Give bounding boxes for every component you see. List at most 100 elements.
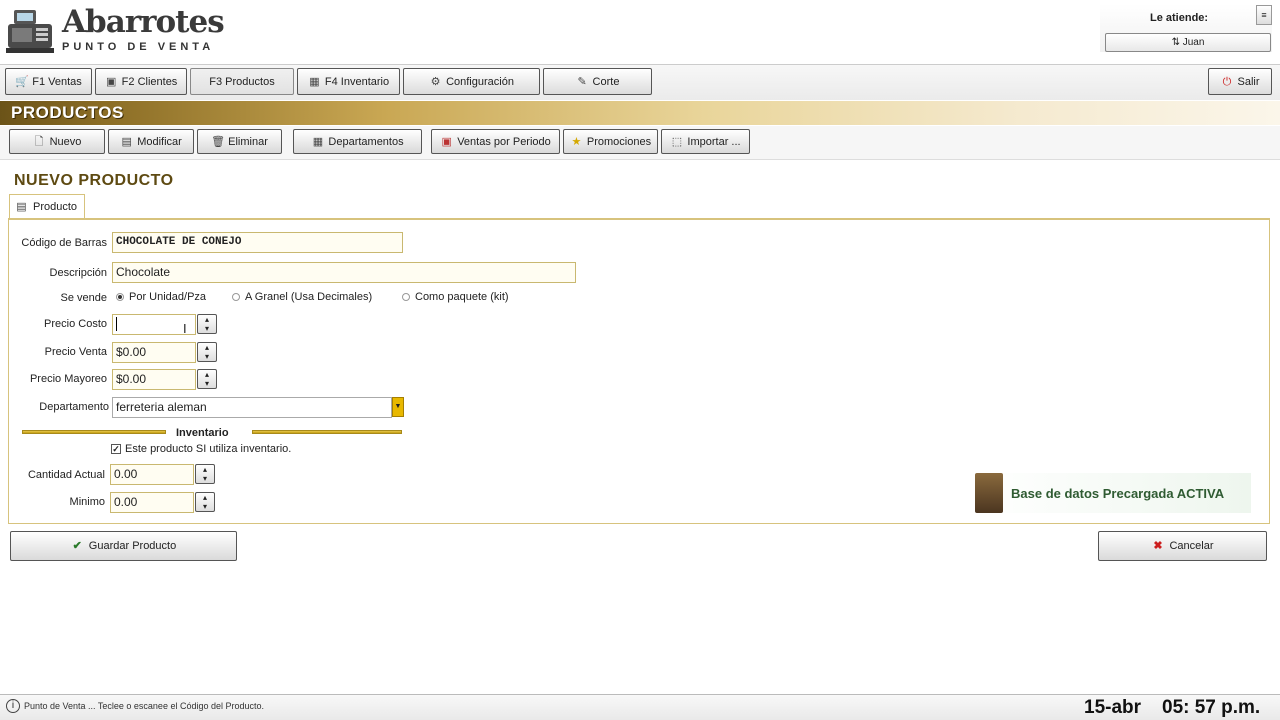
department-select[interactable]: ferreteria aleman — [112, 397, 392, 418]
current-qty-field[interactable]: 0.00 — [110, 464, 194, 485]
import-button[interactable]: ⬚ Importar ... — [661, 129, 750, 154]
departments-button[interactable]: ▦ Departamentos — [293, 129, 422, 154]
tab-corte[interactable]: ✎ Corte — [543, 68, 652, 95]
switch-user-icon: ⇅ — [1171, 37, 1180, 48]
tab-f2-clientes[interactable]: ▣ F2 Clientes — [95, 68, 187, 95]
tab-label: F4 Inventario — [324, 75, 390, 88]
logo-subtitle: PUNTO DE VENTA — [62, 41, 215, 53]
tab-label: Configuración — [446, 75, 514, 88]
info-icon: i — [6, 699, 20, 713]
attendant-panel: Le atiende: ⇅ Juan — [1100, 4, 1272, 52]
minimum-field[interactable]: 0.00 — [110, 492, 194, 513]
tab-label: F1 Ventas — [32, 75, 82, 88]
tab-f1-ventas[interactable]: 🛒 F1 Ventas — [5, 68, 92, 95]
checkmark-icon: ✔ — [72, 540, 82, 552]
form-title: NUEVO PRODUCTO — [14, 172, 174, 189]
cash-register-logo-icon — [6, 6, 56, 54]
button-label: Promociones — [586, 135, 652, 148]
ibeam-cursor-icon: I — [183, 321, 187, 336]
clients-icon: ▣ — [105, 75, 117, 88]
database-box-icon — [975, 473, 1003, 513]
sale-price-field[interactable]: $0.00 — [112, 342, 196, 363]
inventory-checkbox-label: Este producto SI utiliza inventario. — [125, 443, 292, 455]
separator-left — [22, 430, 166, 434]
attendant-user-name: Juan — [1182, 37, 1205, 48]
minimum-stepper[interactable]: ▴ ▾ — [195, 492, 215, 512]
close-icon: ✖ — [1153, 540, 1163, 552]
window-menu-button[interactable]: ≡ — [1256, 5, 1272, 25]
button-label: Departamentos — [328, 135, 404, 148]
tab-label: Producto — [33, 201, 78, 213]
text-caret — [116, 317, 117, 331]
cut-icon: ✎ — [577, 75, 587, 88]
status-bar: i Punto de Venta ... Teclee o escanee el… — [0, 694, 1280, 720]
radio-dot — [116, 293, 124, 301]
exit-icon: ⏻ — [1222, 75, 1232, 88]
tab-f4-inventario[interactable]: ▦ F4 Inventario — [297, 68, 400, 95]
edit-icon: ▤ — [121, 135, 132, 148]
new-product-button[interactable]: 🗋 Nuevo — [9, 129, 105, 154]
radio-label: A Granel (Usa Decimales) — [245, 291, 373, 303]
minimum-label: Minimo — [69, 496, 105, 508]
button-label: Nuevo — [49, 135, 82, 148]
chevron-down-icon[interactable]: ▼ — [392, 397, 404, 417]
exit-label: Salir — [1237, 75, 1260, 88]
radio-dot — [232, 293, 240, 301]
modify-product-button[interactable]: ▤ Modificar — [108, 129, 194, 154]
button-label: Importar ... — [687, 135, 741, 148]
radio-kit[interactable]: Como paquete (kit) — [402, 291, 509, 303]
wholesale-price-field[interactable]: $0.00 — [112, 369, 196, 390]
cost-price-label: Precio Costo — [44, 318, 107, 330]
button-label: Ventas por Periodo — [457, 135, 551, 148]
calendar-icon: ▣ — [441, 135, 452, 148]
current-qty-stepper[interactable]: ▴ ▾ — [195, 464, 215, 484]
inventory-heading: Inventario — [176, 427, 229, 439]
attendant-label: Le atiende: — [1150, 12, 1209, 24]
attendant-user-button[interactable]: ⇅ Juan — [1105, 33, 1271, 52]
box-icon: ⬚ — [671, 135, 683, 148]
tab-label: F2 Clientes — [121, 75, 178, 88]
wholesale-price-label: Precio Mayoreo — [29, 373, 107, 385]
section-title: PRODUCTOS — [11, 103, 124, 122]
button-label: Guardar Producto — [88, 540, 177, 552]
radio-per-unit[interactable]: Por Unidad/Pza — [116, 291, 206, 303]
description-field[interactable]: Chocolate — [112, 262, 576, 283]
button-label: Eliminar — [228, 135, 268, 148]
status-message: Punto de Venta ... Teclee o escanee el C… — [24, 701, 265, 711]
radio-label: Por Unidad/Pza — [129, 291, 207, 303]
button-label: Cancelar — [1169, 540, 1214, 552]
products-toolbar: 🗋 Nuevo ▤ Modificar 🗑 Eliminar ▦ Departa… — [0, 126, 1280, 160]
radio-bulk[interactable]: A Granel (Usa Decimales) — [232, 291, 372, 303]
delete-product-button[interactable]: 🗑 Eliminar — [197, 129, 282, 154]
status-date: 15-abr — [1084, 697, 1142, 718]
barcode-field[interactable]: CHOCOLATE DE CONEJO — [112, 232, 403, 253]
gear-icon: ⚙ — [430, 75, 441, 88]
trash-icon: 🗑 — [211, 135, 226, 148]
tab-f3-productos[interactable]: F3 Productos — [190, 68, 294, 95]
sale-price-stepper[interactable]: ▴ ▾ — [197, 342, 217, 362]
star-icon: ★ — [571, 135, 582, 148]
section-header: PRODUCTOS — [0, 101, 1280, 125]
tab-label: Corte — [592, 75, 620, 88]
save-product-button[interactable]: ✔ Guardar Producto — [10, 531, 237, 561]
cost-price-stepper[interactable]: ▴ ▾ — [197, 314, 217, 334]
cancel-button[interactable]: ✖ Cancelar — [1098, 531, 1267, 561]
form-icon: ▤ — [16, 201, 27, 213]
exit-button[interactable]: ⏻ Salir — [1208, 68, 1272, 95]
promotions-button[interactable]: ★ Promociones — [563, 129, 658, 154]
separator-right — [252, 430, 402, 434]
tab-configuracion[interactable]: ⚙ Configuración — [403, 68, 540, 95]
main-nav: 🛒 F1 Ventas ▣ F2 Clientes F3 Productos ▦… — [0, 64, 1280, 100]
barcode-label: Código de Barras — [21, 237, 107, 249]
wholesale-price-stepper[interactable]: ▴ ▾ — [197, 369, 217, 389]
new-document-icon: 🗋 — [34, 135, 44, 148]
description-label: Descripción — [49, 267, 107, 279]
app-header: Abarrotes PUNTO DE VENTA Le atiende: ⇅ J… — [0, 0, 1280, 64]
sale-price-label: Precio Venta — [44, 346, 107, 358]
cart-icon: 🛒 — [15, 75, 29, 88]
status-time: 05: 57 p.m. — [1162, 697, 1261, 718]
button-label: Modificar — [137, 135, 182, 148]
inventory-checkbox[interactable]: ✓ — [111, 444, 121, 454]
sales-by-period-button[interactable]: ▣ Ventas por Periodo — [431, 129, 560, 154]
tab-producto[interactable]: ▤ Producto — [9, 194, 85, 219]
